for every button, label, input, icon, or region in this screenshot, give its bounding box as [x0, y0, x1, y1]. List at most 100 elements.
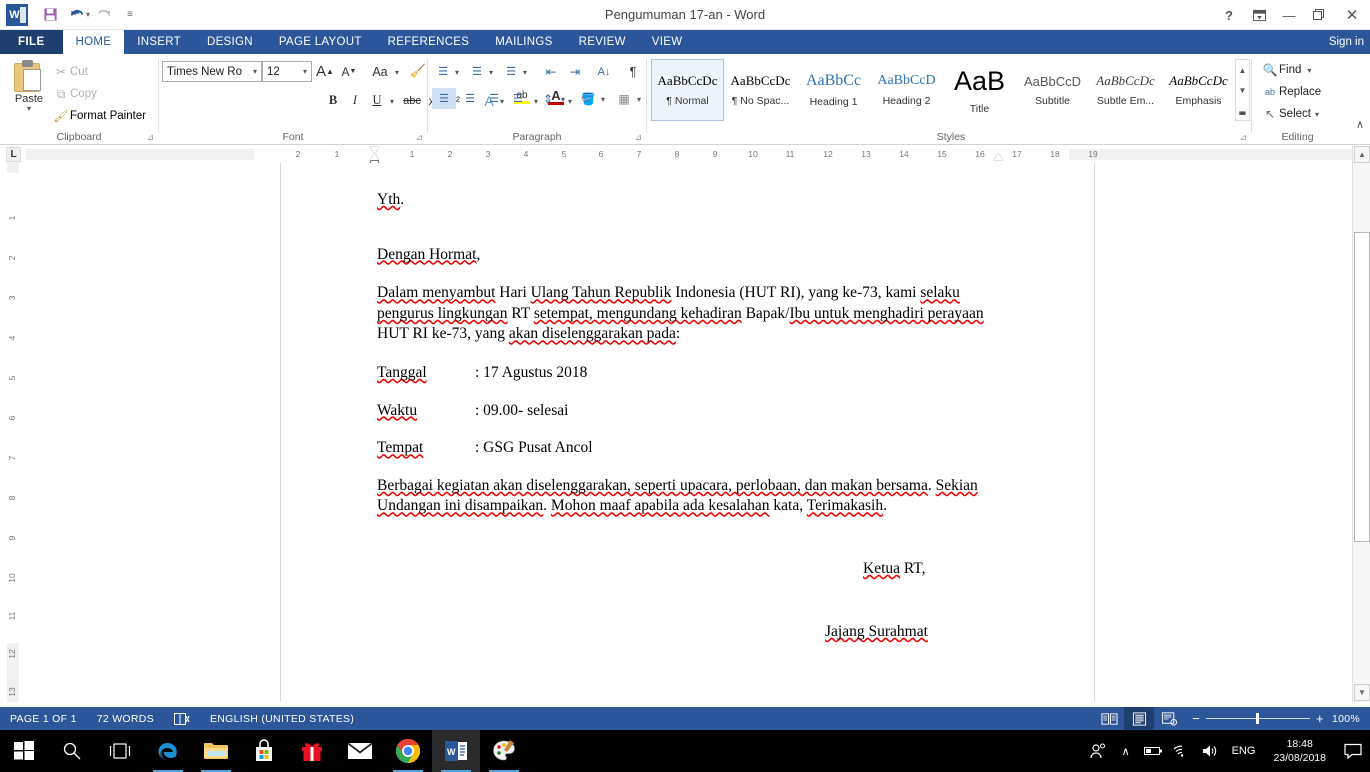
vertical-ruler[interactable]: L 1 2 3 4 5 6 7 8 9 10 11 12 13 — [0, 146, 26, 702]
underline-caret[interactable]: ▾ — [390, 97, 394, 106]
styles-scroll-down-icon[interactable]: ▼ — [1239, 80, 1247, 100]
collapse-ribbon-icon[interactable]: ∧ — [1356, 118, 1364, 131]
tab-references[interactable]: REFERENCES — [375, 30, 483, 54]
bullets-icon[interactable]: ☰ — [432, 61, 454, 82]
strikethrough-button[interactable]: abc — [400, 90, 424, 111]
read-mode-button[interactable] — [1094, 707, 1124, 730]
style-normal[interactable]: AaBbCcDc ¶ Normal — [651, 59, 724, 121]
zoom-track[interactable] — [1206, 713, 1311, 724]
people-icon[interactable] — [1084, 730, 1112, 772]
restore-button[interactable] — [1304, 0, 1334, 30]
tab-view[interactable]: VIEW — [639, 30, 696, 54]
document-canvas[interactable]: Yth. Dengan Hormat, Dalam menyambut Hari… — [26, 163, 1352, 702]
multilevel-caret[interactable]: ▾ — [523, 68, 527, 77]
signature-name[interactable]: Jajang Surahmat — [377, 622, 1010, 643]
change-case-caret[interactable]: ▾ — [395, 68, 399, 77]
borders-icon[interactable]: ▦ — [612, 88, 636, 109]
volume-icon[interactable] — [1196, 730, 1224, 772]
style-heading-1[interactable]: AaBbCс Heading 1 — [797, 59, 870, 121]
word-count[interactable]: 72 WORDS — [87, 707, 164, 730]
gift-icon[interactable] — [288, 730, 336, 772]
shrink-font-icon[interactable]: A ▼ — [338, 61, 360, 82]
multilevel-list-icon[interactable]: ☰ — [500, 61, 522, 82]
increase-indent-icon[interactable]: ⇥ — [564, 61, 586, 82]
sign-in-link[interactable]: Sign in — [1329, 30, 1364, 54]
paste-button[interactable]: Paste ▾ — [8, 58, 50, 124]
customize-qat-icon[interactable]: ≡ — [118, 4, 142, 26]
paragraph-body-2[interactable]: Berbagai kegiatan akan diselenggarakan, … — [377, 476, 1010, 517]
numbering-caret[interactable]: ▾ — [489, 68, 493, 77]
font-name-caret[interactable]: ▾ — [249, 67, 261, 76]
minimize-button[interactable]: — — [1274, 0, 1304, 30]
cut-button[interactable]: ✂ Cut — [52, 62, 88, 82]
align-right-button[interactable]: ☰ — [482, 88, 506, 109]
scrollbar-thumb[interactable] — [1354, 232, 1370, 542]
document-text-body[interactable]: Yth. Dengan Hormat, Dalam menyambut Hari… — [377, 190, 1010, 642]
shading-caret[interactable]: ▾ — [601, 95, 605, 104]
vertical-scrollbar[interactable]: ▲ ▼ — [1352, 146, 1370, 702]
tab-file[interactable]: FILE — [0, 30, 63, 54]
select-caret[interactable]: ▾ — [1315, 110, 1319, 119]
document-page[interactable]: Yth. Dengan Hormat, Dalam menyambut Hari… — [280, 163, 1095, 702]
search-icon[interactable] — [48, 730, 96, 772]
italic-button[interactable]: I — [344, 90, 366, 111]
font-size-input[interactable]: 12 ▾ — [262, 61, 312, 82]
line-spacing-caret[interactable]: ▾ — [561, 95, 565, 104]
style-title[interactable]: AaB Title — [943, 59, 1016, 121]
style-no-spacing[interactable]: AaBbCcDc ¶ No Spac... — [724, 59, 797, 121]
paragraph-salutation[interactable]: Yth. — [377, 190, 1010, 211]
grow-font-icon[interactable]: A ▲ — [314, 61, 336, 82]
undo-dropdown-caret[interactable]: ▾ — [86, 10, 90, 19]
zoom-thumb[interactable] — [1256, 713, 1260, 724]
paste-dropdown-caret[interactable]: ▾ — [27, 105, 31, 113]
paragraph-row-tanggal[interactable]: Tanggal: 17 Agustus 2018 — [377, 363, 1010, 384]
paragraph-row-waktu[interactable]: Waktu: 09.00- selesai — [377, 401, 1010, 422]
language-indicator[interactable]: ENGLISH (UNITED STATES) — [200, 707, 364, 730]
save-icon[interactable] — [38, 4, 62, 26]
shading-icon[interactable]: 🪣 — [576, 88, 600, 109]
scroll-down-button[interactable]: ▼ — [1354, 684, 1370, 701]
align-center-button[interactable]: ☰ — [458, 88, 482, 109]
numbering-icon[interactable]: ☰ — [466, 61, 488, 82]
clipboard-dialog-launcher[interactable]: ⊿ — [146, 132, 154, 143]
font-name-input[interactable]: Times New Ro ▾ — [162, 61, 262, 82]
language-indicator-tray[interactable]: ENG — [1224, 745, 1264, 757]
tab-review[interactable]: REVIEW — [566, 30, 639, 54]
clear-formatting-icon[interactable]: 🧹 — [407, 61, 429, 82]
signature-title[interactable]: Ketua RT, — [377, 559, 1010, 580]
copy-button[interactable]: ⧉ Copy — [52, 84, 97, 104]
chrome-icon[interactable] — [384, 730, 432, 772]
styles-scroll-up-icon[interactable]: ▲ — [1239, 60, 1247, 80]
decrease-indent-icon[interactable]: ⇤ — [540, 61, 562, 82]
horizontal-ruler[interactable]: 2 1 1 2 3 4 5 6 7 8 9 10 11 12 13 14 15 … — [26, 146, 1352, 163]
paragraph-greeting[interactable]: Dengan Hormat, — [377, 245, 1010, 266]
font-size-caret[interactable]: ▾ — [299, 67, 311, 76]
borders-caret[interactable]: ▾ — [637, 95, 641, 104]
font-dialog-launcher[interactable]: ⊿ — [415, 132, 423, 143]
clock[interactable]: 18:48 23/08/2018 — [1263, 737, 1336, 765]
battery-icon[interactable] — [1140, 730, 1168, 772]
action-center-icon[interactable] — [1336, 730, 1370, 772]
find-caret[interactable]: ▾ — [1307, 66, 1311, 75]
bullets-caret[interactable]: ▾ — [455, 68, 459, 77]
file-explorer-icon[interactable] — [192, 730, 240, 772]
justify-button[interactable]: ☰ — [506, 88, 530, 109]
replace-button[interactable]: ab Replace — [1261, 82, 1321, 102]
style-subtle-emphasis[interactable]: AaBbCcDc Subtle Em... — [1089, 59, 1162, 121]
microsoft-store-icon[interactable] — [240, 730, 288, 772]
wifi-icon[interactable] — [1168, 730, 1196, 772]
start-button[interactable] — [0, 730, 48, 772]
style-heading-2[interactable]: AaBbCcD Heading 2 — [870, 59, 943, 121]
close-button[interactable]: ✕ — [1334, 0, 1370, 30]
paragraph-body-1[interactable]: Dalam menyambut Hari Ulang Tahun Republi… — [377, 283, 1010, 345]
edge-icon[interactable] — [144, 730, 192, 772]
paragraph-dialog-launcher[interactable]: ⊿ — [634, 132, 642, 143]
styles-more-icon[interactable]: ▃ — [1239, 100, 1245, 120]
mail-icon[interactable] — [336, 730, 384, 772]
tab-page-layout[interactable]: PAGE LAYOUT — [266, 30, 375, 54]
web-layout-button[interactable] — [1154, 707, 1184, 730]
zoom-slider[interactable]: − + — [1184, 712, 1332, 725]
tab-insert[interactable]: INSERT — [124, 30, 194, 54]
style-subtitle[interactable]: AaBbCcD Subtitle — [1016, 59, 1089, 121]
scroll-up-button[interactable]: ▲ — [1354, 146, 1370, 163]
